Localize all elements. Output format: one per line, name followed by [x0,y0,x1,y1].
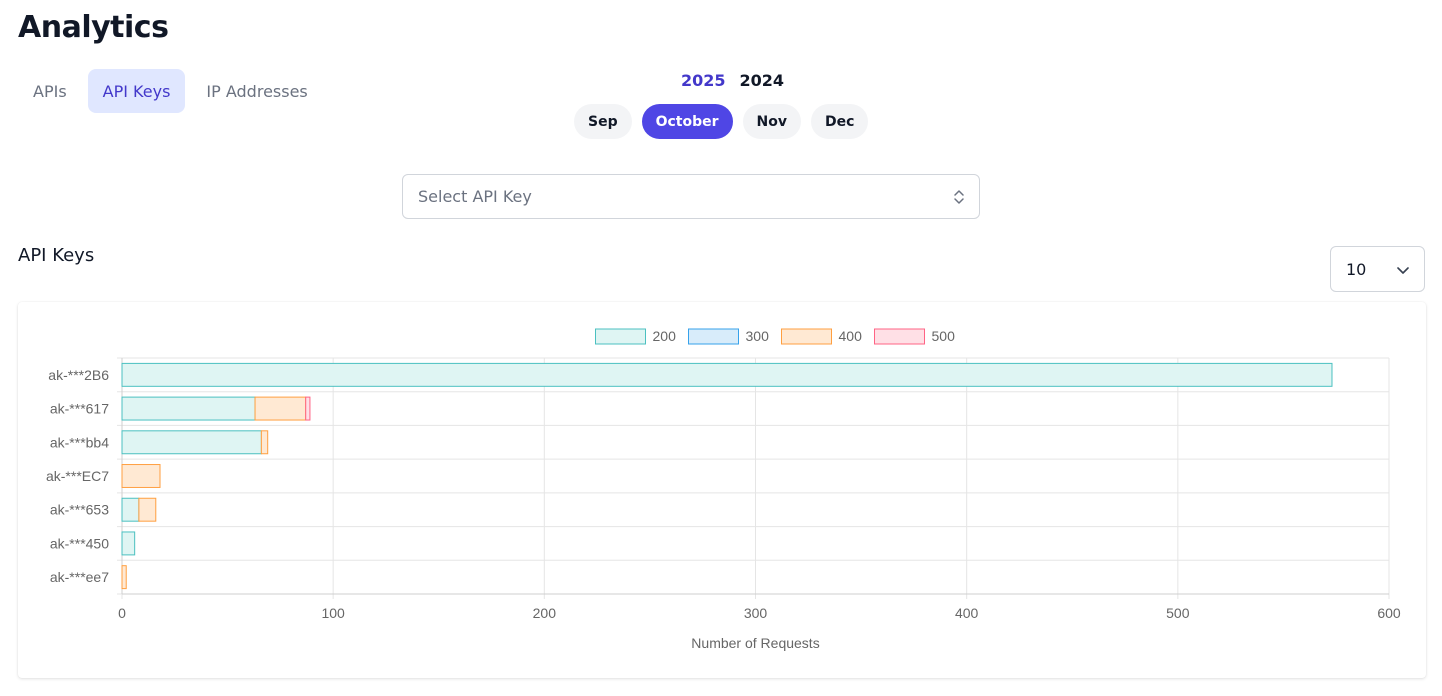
month-october-button[interactable]: October [641,104,733,139]
month-nov-button[interactable]: Nov [742,104,802,139]
legend-swatch-200 [595,328,646,345]
x-tick-label: 0 [118,605,126,621]
x-tick-label: 600 [1377,605,1401,621]
api-key-select[interactable]: Select API Key [402,174,980,219]
bar-200 [121,531,136,556]
tab-ip-addresses[interactable]: IP Addresses [191,69,322,113]
bar-200 [121,497,140,522]
y-tick-label: ak-***450 [50,535,109,551]
y-tick-label: ak-***ee7 [50,569,109,585]
month-selector: Sep October Nov Dec [574,104,869,139]
bar-200 [121,362,1333,387]
tab-apis[interactable]: APIs [18,69,82,113]
legend-swatch-300 [688,328,739,345]
page-size-select[interactable]: 10 [1330,246,1425,292]
year-2025[interactable]: 2025 [681,71,726,90]
y-tick-label: ak-***617 [50,401,109,417]
x-tick-label: 500 [1166,605,1190,621]
bar-400 [260,430,269,455]
bar-400 [121,565,127,590]
api-keys-bar-chart: 0 100 200 300 400 500 600 ak-***2B6 ak-***617 ak-… [46,328,1401,651]
bar-200 [121,396,256,421]
year-2024[interactable]: 2024 [740,71,785,90]
x-tick-label: 100 [321,605,345,621]
bar-400 [138,497,157,522]
bar-400 [254,396,307,421]
legend-swatch-500 [874,328,925,345]
y-tick-label: ak-***653 [50,502,109,518]
month-sep-button[interactable]: Sep [574,104,632,139]
page-title: Analytics [18,10,169,45]
bar-400 [121,464,161,488]
legend-label: 400 [839,328,863,344]
y-tick-label: ak-***bb4 [50,434,109,450]
legend-label: 300 [746,328,770,344]
chevron-down-icon [1396,262,1410,281]
page-size-value: 10 [1346,259,1367,279]
updown-chevron-icon [953,187,965,211]
x-axis-title: Number of Requests [691,635,819,651]
x-tick-label: 200 [533,605,557,621]
legend-label: 200 [653,328,677,344]
x-tick-label: 400 [955,605,979,621]
analytics-tabs: APIs API Keys IP Addresses [18,69,323,113]
bar-200 [121,430,262,455]
section-title: API Keys [18,245,95,266]
bar-500 [305,396,311,421]
tab-api-keys[interactable]: API Keys [87,69,186,113]
y-tick-label: ak-***2B6 [48,367,109,383]
year-selector: 2025 2024 [681,71,784,90]
month-dec-button[interactable]: Dec [811,104,869,139]
x-tick-label: 300 [744,605,768,621]
api-key-select-placeholder: Select API Key [418,187,532,206]
legend-swatch-400 [781,328,832,345]
legend-label: 500 [932,328,956,344]
api-keys-chart-card: 0 100 200 300 400 500 600 ak-***2B6 ak-***617 ak-… [18,302,1426,678]
y-tick-label: ak-***EC7 [46,468,109,484]
